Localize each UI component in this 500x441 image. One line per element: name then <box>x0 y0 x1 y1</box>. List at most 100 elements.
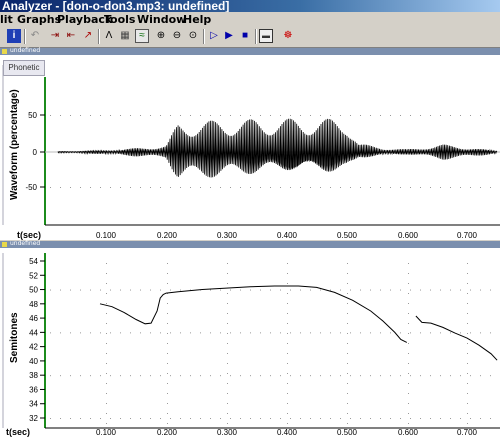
grid-dot <box>400 115 401 116</box>
grid-icon[interactable]: ▦ <box>118 29 132 43</box>
grid-dot <box>150 375 151 377</box>
grid-dot <box>467 263 468 264</box>
menu-graphs[interactable]: Graphs <box>17 13 61 26</box>
step-icon[interactable]: ⇥ <box>48 29 62 43</box>
grid-dot <box>220 375 221 377</box>
grid-dot <box>250 187 251 188</box>
grid-dot <box>467 373 468 374</box>
y-tick-label: 50 <box>28 111 37 120</box>
grid-dot <box>150 289 151 291</box>
grid-dot <box>280 332 281 334</box>
y-tick-label: 42 <box>29 343 38 352</box>
edit-curve-icon[interactable]: ↗ <box>81 29 95 43</box>
grid-dot <box>408 273 409 274</box>
grid-dot <box>90 375 91 377</box>
grid-dot <box>467 423 468 424</box>
grid-dot <box>110 187 111 188</box>
grid-dot <box>408 343 409 344</box>
grid-dot <box>320 332 321 334</box>
grid-dot <box>347 363 348 364</box>
pane-caption: undefined <box>10 47 41 54</box>
grid-dot <box>330 418 331 419</box>
stop-icon[interactable]: ■ <box>238 29 252 43</box>
grid-dot <box>287 303 288 304</box>
grid-dot <box>120 115 121 116</box>
grid-dot <box>360 115 361 116</box>
grid-dot <box>490 115 491 116</box>
toolbar-separator <box>255 29 257 44</box>
grid-dot <box>220 332 221 334</box>
grid-dot <box>440 187 441 188</box>
grid-dot <box>280 289 281 291</box>
grid-dot <box>330 115 331 116</box>
grid-dot <box>100 115 101 116</box>
grid-dot <box>287 333 288 334</box>
grid-dot <box>106 263 107 264</box>
grid-dot <box>167 353 168 354</box>
grid-dot <box>340 332 341 334</box>
wave-icon[interactable]: Λ <box>102 29 116 43</box>
grid-dot <box>480 187 481 188</box>
y-tick-label: -50 <box>25 183 37 192</box>
grid-dot <box>240 375 241 377</box>
grid-dot <box>130 375 131 377</box>
record-icon[interactable]: ▬ <box>259 29 273 43</box>
grid-dot <box>370 187 371 188</box>
grid-dot <box>227 273 228 274</box>
grid-dot <box>220 289 221 291</box>
grid-dot <box>227 283 228 284</box>
grid-dot <box>347 263 348 264</box>
grid-dot <box>347 383 348 384</box>
pane-icon <box>2 49 7 54</box>
grid-dot <box>287 403 288 404</box>
play-from-icon[interactable]: ▷ <box>207 29 221 43</box>
play-icon[interactable]: ▶ <box>222 29 236 43</box>
lines-icon[interactable]: ≈ <box>135 29 149 43</box>
menu-help[interactable]: Help <box>183 13 211 26</box>
grid-dot <box>380 115 381 116</box>
grid-dot <box>130 418 131 419</box>
zoom-in-icon[interactable]: ⊕ <box>154 29 168 43</box>
grid-dot <box>450 375 451 377</box>
grid-dot <box>470 332 471 334</box>
grid-dot <box>287 283 288 284</box>
grid-dot <box>80 375 81 377</box>
spectro-icon[interactable]: ☸ <box>281 29 295 43</box>
grid-dot <box>167 283 168 284</box>
grid-dot <box>467 363 468 364</box>
step2-icon[interactable]: ⇤ <box>64 29 78 43</box>
grid-dot <box>60 332 61 334</box>
grid-dot <box>480 289 481 291</box>
waveform-pane: undefined Phonetic Waveform (percentage)… <box>0 47 500 240</box>
grid-dot <box>80 187 81 188</box>
grid-dot <box>410 187 411 188</box>
grid-dot <box>300 115 301 116</box>
zoom-fit-icon[interactable]: ⊙ <box>186 29 200 43</box>
menu-window[interactable]: Window <box>137 13 186 26</box>
toolbar-separator <box>203 29 205 44</box>
grid-dot <box>180 375 181 377</box>
grid-dot <box>460 418 461 419</box>
grid-dot <box>167 273 168 274</box>
info-icon[interactable]: i <box>7 29 21 43</box>
x-tick-label: 0.500 <box>337 231 358 240</box>
grid-dot <box>170 115 171 116</box>
grid-dot <box>280 375 281 377</box>
grid-dot <box>410 418 411 419</box>
menu-tools[interactable]: Tools <box>104 13 135 26</box>
grid-dot <box>210 289 211 291</box>
window-title: Analyzer - [don-o-don3.mp3: undefined] <box>0 0 500 12</box>
undo-icon[interactable]: ↶ <box>28 29 42 43</box>
zoom-out-icon[interactable]: ⊖ <box>170 29 184 43</box>
grid-dot <box>420 332 421 334</box>
grid-dot <box>250 115 251 116</box>
grid-dot <box>106 353 107 354</box>
grid-dot <box>400 418 401 419</box>
grid-dot <box>470 418 471 419</box>
grid-dot <box>310 289 311 291</box>
grid-dot <box>347 323 348 324</box>
menu-edit[interactable]: lit <box>0 13 13 26</box>
grid-dot <box>490 418 491 419</box>
grid-dot <box>310 418 311 419</box>
grid-dot <box>400 332 401 334</box>
